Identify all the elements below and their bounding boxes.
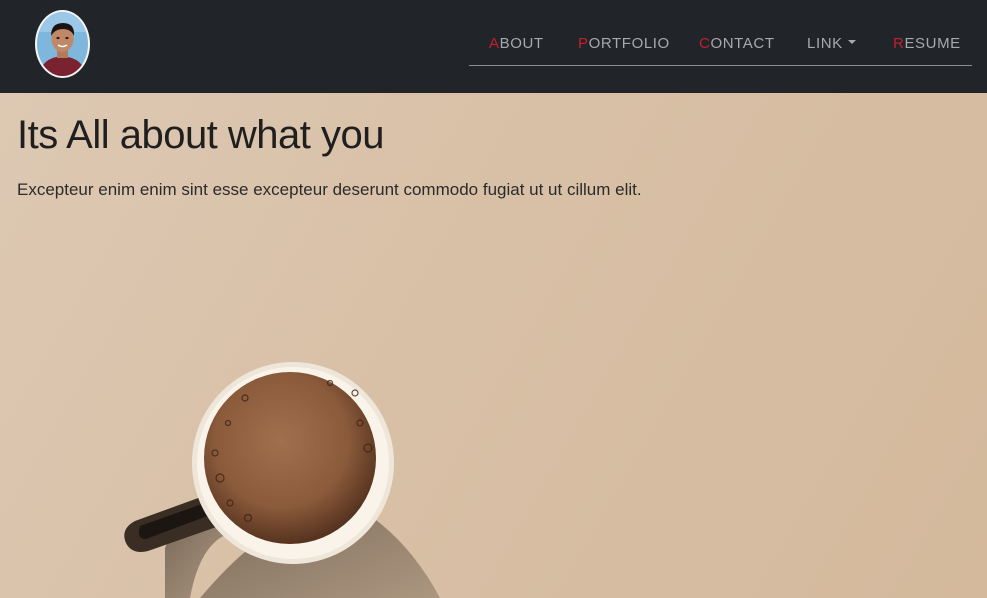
hero-subtitle: Excepteur enim enim sint esse excepteur … [17,180,642,199]
nav-link-label: ORTFOLIO [588,35,670,52]
nav-link-label: ONTACT [710,35,775,52]
coffee-cup-image [124,362,440,598]
nav-link-contact[interactable]: CONTACT [699,35,775,52]
nav-link-label: BOUT [499,35,544,52]
nav-link-initial: P [578,35,589,52]
profile-avatar[interactable] [35,10,90,78]
nav-link-label: LINK [807,35,843,52]
nav-link-initial: A [489,35,500,52]
caret-down-icon [847,40,856,45]
nav-link-dropdown[interactable]: LINK [807,35,856,52]
hero-title: Its All about what you [17,113,385,157]
nav-link-portfolio[interactable]: PORTFOLIO [578,35,670,52]
nav-menu: ABOUT PORTFOLIO CONTACT LINK RESUME [469,26,972,66]
nav-link-resume[interactable]: RESUME [893,35,961,52]
nav-link-initial: C [699,35,711,52]
nav-link-initial: R [893,35,905,52]
nav-link-about[interactable]: ABOUT [489,35,544,52]
hero-section: Its All about what you Excepteur enim en… [0,93,987,598]
navbar: ABOUT PORTFOLIO CONTACT LINK RESUME [0,0,987,93]
nav-link-label: ESUME [904,35,961,52]
